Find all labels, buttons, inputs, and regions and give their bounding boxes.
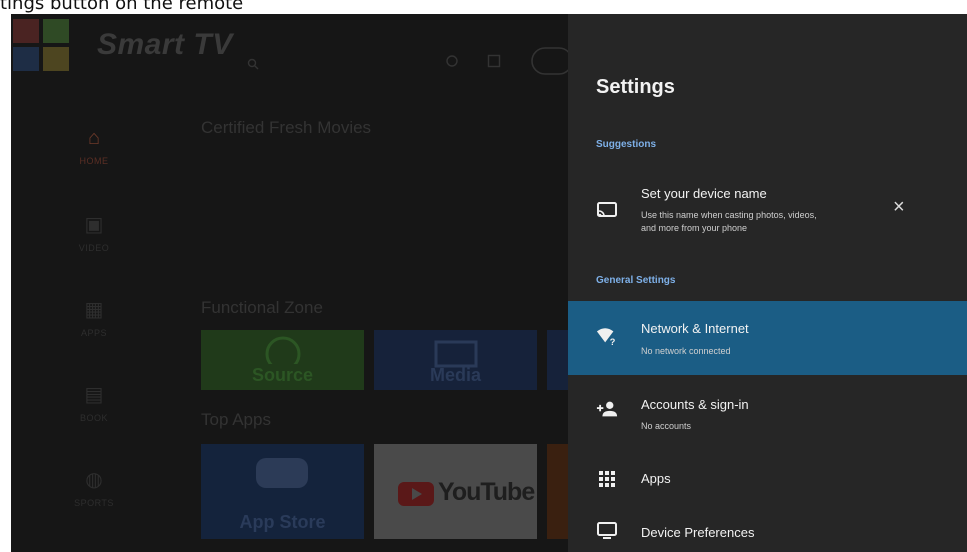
message-icon[interactable]	[487, 54, 501, 68]
settings-panel: Settings Suggestions Set your device nam…	[568, 14, 967, 552]
sidebar-item-home[interactable]: ⌂ HOME	[59, 127, 129, 166]
media-icon	[434, 340, 478, 368]
youtube-label: YouTube	[438, 478, 535, 506]
brand-title: Smart TV	[97, 28, 233, 61]
apps-grid-icon	[599, 471, 615, 487]
video-icon: ▣	[84, 214, 104, 236]
source-label: Source	[251, 365, 314, 385]
source-icon	[265, 336, 301, 364]
cast-icon	[597, 202, 617, 217]
sidebar-item-apps[interactable]: ▦ APPS	[59, 297, 129, 338]
accounts-title: Accounts & sign-in	[641, 397, 749, 412]
media-tile[interactable]: Media	[374, 330, 537, 390]
caption-text: tings button on the remote	[0, 0, 244, 14]
monitor-icon	[597, 522, 617, 539]
apps-title: Apps	[641, 471, 671, 486]
book-icon: ▤	[84, 384, 104, 406]
general-settings-header: General Settings	[596, 275, 676, 286]
network-title: Network & Internet	[641, 321, 749, 336]
app-store-tile[interactable]: App Store	[201, 444, 364, 539]
close-icon[interactable]: ×	[893, 196, 905, 219]
settings-item-apps[interactable]: Apps	[568, 454, 967, 504]
youtube-tile[interactable]: YouTube	[374, 444, 537, 539]
app-store-icon	[256, 458, 308, 488]
sports-icon: ◍	[85, 469, 103, 491]
settings-title: Settings	[596, 76, 675, 98]
home-icon: ⌂	[87, 127, 101, 149]
section-title-movies: Certified Fresh Movies	[201, 118, 372, 137]
smart-tv-logo	[13, 19, 73, 73]
network-subtitle: No network connected	[641, 346, 731, 356]
power-icon[interactable]	[445, 54, 459, 68]
section-title-top-apps: Top Apps	[201, 410, 271, 429]
suggestion-device-name[interactable]: Set your device name Use this name when …	[568, 178, 967, 248]
search-icon[interactable]	[247, 58, 259, 70]
apps-icon: ▦	[84, 299, 104, 321]
sidebar-item-video[interactable]: ▣ VIDEO	[59, 212, 129, 253]
device-preferences-title: Device Preferences	[641, 525, 755, 540]
wifi-question-icon: ?	[596, 328, 616, 347]
svg-text:?: ?	[610, 337, 616, 347]
input-icon[interactable]	[531, 47, 571, 75]
youtube-play-icon	[398, 482, 434, 506]
media-label: Media	[429, 365, 481, 385]
suggestion-title: Set your device name	[641, 186, 767, 201]
suggestions-header: Suggestions	[596, 139, 657, 150]
settings-item-accounts[interactable]: Accounts & sign-in No accounts	[568, 380, 967, 436]
suggestion-subtitle-line1: Use this name when casting photos, video…	[641, 210, 817, 220]
sidebar-item-sports[interactable]: ◍ SPORTS	[59, 467, 129, 508]
section-title-functional: Functional Zone	[201, 298, 323, 317]
app-store-label: App Store	[239, 512, 326, 532]
sidebar-item-book[interactable]: ▤ BOOK	[59, 382, 129, 423]
suggestion-subtitle-line2: and more from your phone	[641, 223, 748, 233]
accounts-subtitle: No accounts	[641, 421, 692, 431]
settings-item-network[interactable]: ? Network & Internet No network connecte…	[568, 301, 967, 375]
add-person-icon	[596, 401, 618, 417]
source-tile[interactable]: Source	[201, 330, 364, 390]
settings-item-device-preferences[interactable]: Device Preferences	[568, 510, 967, 552]
